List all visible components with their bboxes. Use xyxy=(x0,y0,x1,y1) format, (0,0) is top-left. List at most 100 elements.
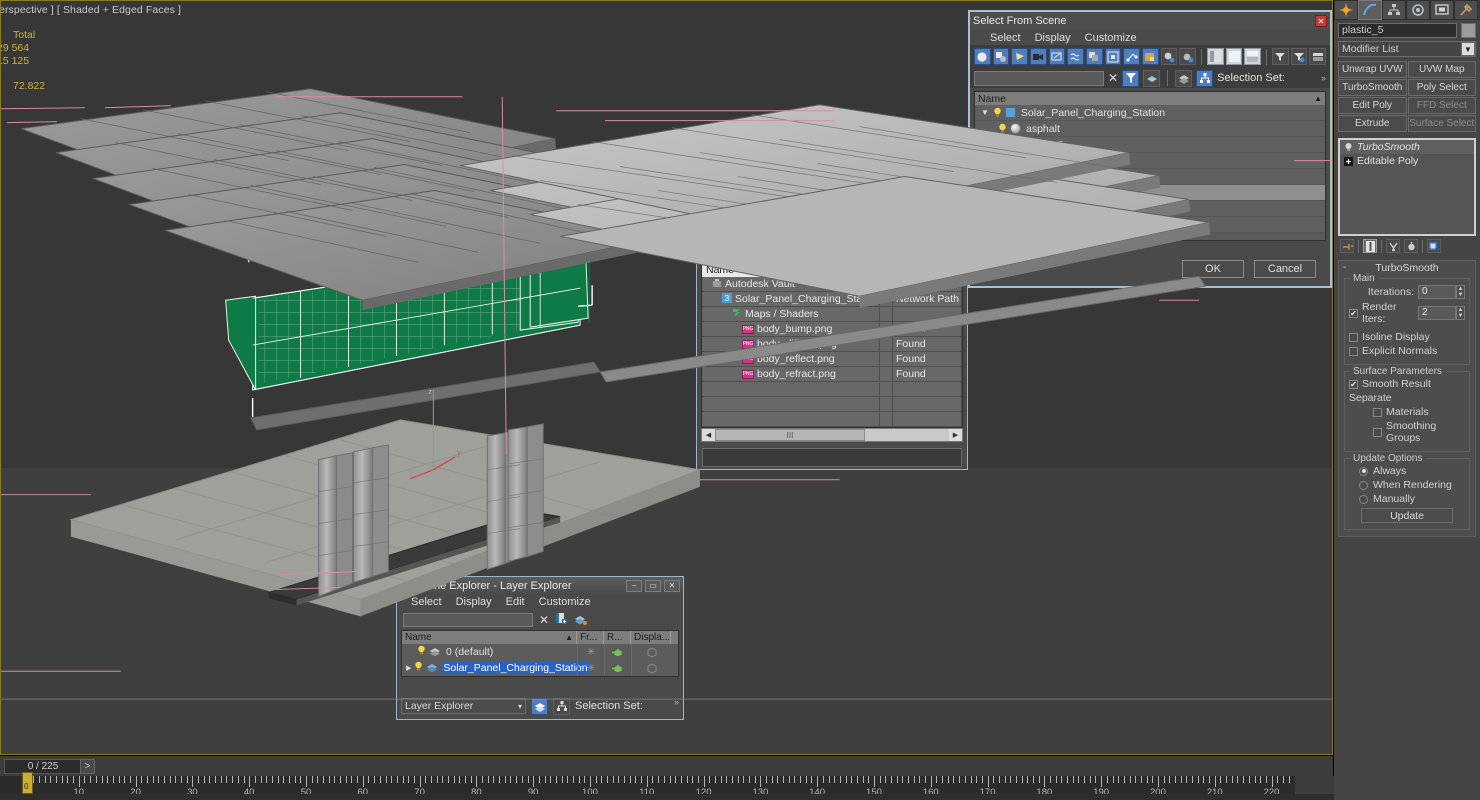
ruler-tick xyxy=(1140,776,1142,783)
isoline-row[interactable]: Isoline Display xyxy=(1349,331,1465,343)
modifier-button-edit-poly[interactable]: Edit Poly xyxy=(1338,97,1407,114)
ruler-tick xyxy=(561,776,563,783)
make-unique-icon[interactable] xyxy=(1386,239,1400,253)
spinner-arrows-icon[interactable]: ▲ ▼ xyxy=(1456,306,1465,320)
modifier-button-unwrap-uvw[interactable]: Unwrap UVW xyxy=(1338,61,1407,78)
iterations-value[interactable]: 0 xyxy=(1418,285,1456,299)
modifier-button-surface-select[interactable]: Surface Select xyxy=(1407,115,1476,132)
current-frame-field[interactable]: 0 / 225 xyxy=(4,759,82,774)
update-button[interactable]: Update xyxy=(1361,508,1453,523)
ruler-tick xyxy=(169,776,171,783)
ruler-tick xyxy=(1123,776,1125,783)
time-slider-label: 0 xyxy=(24,782,29,791)
ruler-tick xyxy=(731,776,733,783)
update-option-always[interactable]: Always xyxy=(1349,465,1465,477)
object-name-field[interactable]: plastic_5 xyxy=(1338,23,1457,38)
ruler-tick xyxy=(209,776,211,783)
explicit-normals-row[interactable]: Explicit Normals xyxy=(1349,345,1465,357)
isoline-display-checkbox[interactable] xyxy=(1349,332,1358,342)
ruler-tick xyxy=(936,776,938,783)
modifier-button-poly-select[interactable]: Poly Select xyxy=(1407,79,1476,96)
render-iters-value[interactable]: 2 xyxy=(1418,306,1456,320)
ruler-tick xyxy=(714,776,716,783)
when-rendering-radio[interactable] xyxy=(1359,480,1368,490)
modifier-stack-item-editable-poly[interactable]: Editable Poly xyxy=(1340,154,1474,168)
explicit-normals-checkbox[interactable] xyxy=(1349,346,1358,356)
always-radio[interactable] xyxy=(1359,466,1368,476)
modifier-stack-item-turbosmooth[interactable]: TurboSmooth xyxy=(1340,140,1474,154)
pin-stack-icon[interactable] xyxy=(1340,239,1354,253)
modify-tab[interactable] xyxy=(1358,0,1382,20)
update-option-manually[interactable]: Manually xyxy=(1349,493,1465,505)
configure-modifier-sets-icon[interactable] xyxy=(1427,239,1441,253)
ruler-tick xyxy=(1169,776,1171,783)
hierarchy-tab[interactable] xyxy=(1382,0,1406,20)
smoothing-groups-row[interactable]: Smoothing Groups xyxy=(1349,420,1465,444)
spinner-arrows-icon[interactable]: ▲ ▼ xyxy=(1456,285,1465,299)
rollout-collapse-glyph[interactable]: - xyxy=(1343,262,1346,273)
ruler-tick xyxy=(226,776,228,783)
ruler-tick xyxy=(476,776,478,787)
viewport-perspective[interactable]: z y erspective ] [ Shaded + Edged Faces … xyxy=(0,0,1333,755)
create-tab[interactable] xyxy=(1334,0,1358,20)
render-iters-spinner[interactable]: 2 ▲ ▼ xyxy=(1418,306,1465,320)
ruler-tick xyxy=(697,776,699,783)
next-frame-button[interactable]: > xyxy=(80,759,95,774)
ruler-tick xyxy=(413,776,415,783)
remove-modifier-icon[interactable] xyxy=(1404,239,1418,253)
ruler-tick xyxy=(766,776,768,783)
ruler-tick xyxy=(1067,776,1069,783)
materials-checkbox[interactable] xyxy=(1373,407,1382,417)
ruler-tick xyxy=(555,776,557,783)
ruler-tick xyxy=(1061,776,1063,783)
ruler-tick xyxy=(533,776,535,787)
smoothing-groups-checkbox[interactable] xyxy=(1373,427,1382,437)
manually-radio[interactable] xyxy=(1359,494,1368,504)
ruler-tick xyxy=(567,776,569,783)
modifier-stack-label: Editable Poly xyxy=(1357,155,1419,167)
plus-icon[interactable] xyxy=(1343,156,1353,166)
ruler-tick xyxy=(1084,776,1086,783)
object-color-swatch[interactable] xyxy=(1461,23,1476,38)
modifier-button-extrude[interactable]: Extrude xyxy=(1338,115,1407,132)
modifier-button-ffd-select[interactable]: FFD Select xyxy=(1407,97,1476,114)
utilities-tab[interactable] xyxy=(1454,0,1478,20)
ruler-tick xyxy=(396,776,398,783)
smooth-result-checkbox[interactable]: ✔ xyxy=(1349,379,1358,389)
materials-row[interactable]: Materials xyxy=(1349,406,1465,418)
iterations-spinner[interactable]: 0 ▲ ▼ xyxy=(1418,285,1465,299)
ruler-tick xyxy=(908,776,910,783)
smooth-result-row[interactable]: ✔ Smooth Result xyxy=(1349,378,1465,390)
stat-total-label: Total xyxy=(13,29,36,41)
modifier-stack-label: TurboSmooth xyxy=(1357,141,1420,153)
ruler-tick xyxy=(845,776,847,783)
modifier-button-uvw-map[interactable]: UVW Map xyxy=(1407,61,1476,78)
modifier-list-row: Modifier List ▼ xyxy=(1334,40,1480,60)
render-iters-checkbox[interactable]: ✔ xyxy=(1349,308,1358,318)
display-tab[interactable] xyxy=(1430,0,1454,20)
ruler-tick xyxy=(749,776,751,783)
modifier-button-turbosmooth[interactable]: TurboSmooth xyxy=(1338,79,1407,96)
ruler-tick xyxy=(834,776,836,783)
ruler-tick xyxy=(612,776,614,783)
update-option-when-rendering[interactable]: When Rendering xyxy=(1349,479,1465,491)
ruler-tick xyxy=(550,776,552,783)
modifier-list-dropdown[interactable]: Modifier List ▼ xyxy=(1338,41,1476,57)
ruler-tick xyxy=(607,776,609,783)
ruler-tick xyxy=(930,776,932,787)
show-end-result-icon[interactable] xyxy=(1363,239,1377,253)
main-group: Main Iterations: 0 ▲ ▼ ✔ Render Iters: 2 … xyxy=(1344,273,1470,365)
bulb-icon[interactable] xyxy=(1343,142,1353,152)
motion-tab[interactable] xyxy=(1406,0,1430,20)
ruler-tick xyxy=(856,776,858,783)
viewport-label[interactable]: erspective ] [ Shaded + Edged Faces ] xyxy=(1,4,181,16)
ruler-tick xyxy=(1209,776,1211,783)
toolbar-divider xyxy=(1358,239,1359,253)
ruler-tick xyxy=(1186,776,1188,783)
surface-parameters-title: Surface Parameters xyxy=(1350,366,1445,377)
ruler-tick xyxy=(1146,776,1148,783)
solar-panel-charging-station-model: z y xyxy=(1,88,1332,700)
ruler-tick xyxy=(44,776,46,783)
ruler-tick xyxy=(220,776,222,783)
modifier-stack[interactable]: TurboSmooth Editable Poly xyxy=(1338,138,1476,236)
